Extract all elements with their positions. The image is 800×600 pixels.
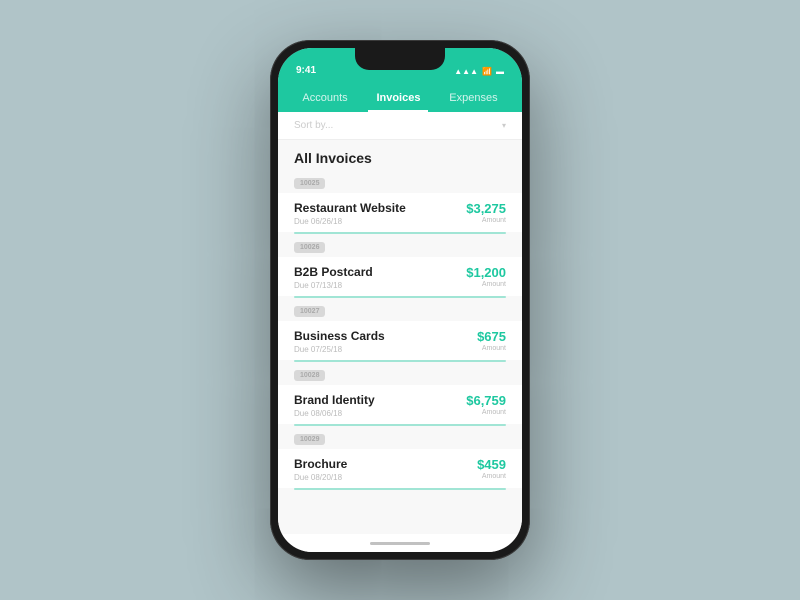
invoice-amount-label: Amount: [477, 473, 506, 480]
invoice-amount-label: Amount: [477, 345, 506, 352]
tab-expenses[interactable]: Expenses: [441, 86, 505, 112]
invoice-amount: $6,759: [466, 393, 506, 408]
sort-bar[interactable]: Sort by... ▾: [278, 112, 522, 140]
invoice-right: $6,759 Amount: [466, 393, 506, 416]
invoice-name: Brand Identity: [294, 393, 375, 407]
invoice-divider: [294, 424, 506, 426]
invoice-id-badge: 10028: [294, 370, 325, 381]
header: Accounts Invoices Expenses: [278, 80, 522, 112]
invoice-right: $675 Amount: [477, 329, 506, 352]
status-time: 9:41: [296, 65, 316, 76]
invoice-left: B2B Postcard Due 07/13/18: [294, 265, 373, 290]
invoice-id-badge: 10027: [294, 306, 325, 317]
invoice-due: Due 06/26/18: [294, 217, 406, 226]
invoice-id-badge: 10026: [294, 242, 325, 253]
home-bar: [370, 542, 430, 545]
invoice-group: 10027 Business Cards Due 07/25/18 $675 A…: [278, 300, 522, 362]
sort-arrow-icon: ▾: [502, 121, 506, 130]
invoice-amount-label: Amount: [466, 217, 506, 224]
invoice-name: Brochure: [294, 457, 347, 471]
invoice-group: 10026 B2B Postcard Due 07/13/18 $1,200 A…: [278, 236, 522, 298]
invoice-item[interactable]: Brand Identity Due 08/06/18 $6,759 Amoun…: [278, 385, 522, 424]
invoice-name: Restaurant Website: [294, 201, 406, 215]
invoice-item[interactable]: Brochure Due 08/20/18 $459 Amount: [278, 449, 522, 488]
invoice-divider: [294, 232, 506, 234]
invoice-list: All Invoices 10025 Restaurant Website Du…: [278, 140, 522, 534]
phone-screen: 9:41 ▲▲▲ 📶 ▬ Accounts Invoices Expenses …: [278, 48, 522, 552]
invoice-amount-label: Amount: [466, 281, 506, 288]
invoice-id-badge: 10029: [294, 434, 325, 445]
tab-bar: Accounts Invoices Expenses: [278, 80, 522, 112]
invoice-divider: [294, 360, 506, 362]
wifi-icon: 📶: [482, 67, 492, 76]
invoice-id-badge: 10025: [294, 178, 325, 189]
invoice-name: B2B Postcard: [294, 265, 373, 279]
invoice-right: $459 Amount: [477, 457, 506, 480]
notch: [355, 48, 445, 70]
invoice-left: Business Cards Due 07/25/18: [294, 329, 385, 354]
invoice-left: Brochure Due 08/20/18: [294, 457, 347, 482]
invoice-group: 10028 Brand Identity Due 08/06/18 $6,759…: [278, 364, 522, 426]
invoice-amount: $1,200: [466, 265, 506, 280]
invoice-right: $1,200 Amount: [466, 265, 506, 288]
tab-invoices[interactable]: Invoices: [368, 86, 428, 112]
battery-icon: ▬: [496, 67, 504, 76]
invoice-divider: [294, 296, 506, 298]
invoice-left: Brand Identity Due 08/06/18: [294, 393, 375, 418]
invoice-item[interactable]: Restaurant Website Due 06/26/18 $3,275 A…: [278, 193, 522, 232]
invoice-right: $3,275 Amount: [466, 201, 506, 224]
invoice-amount: $459: [477, 457, 506, 472]
section-title: All Invoices: [278, 140, 522, 172]
invoice-due: Due 08/06/18: [294, 409, 375, 418]
invoice-group: 10025 Restaurant Website Due 06/26/18 $3…: [278, 172, 522, 234]
invoice-amount-label: Amount: [466, 409, 506, 416]
home-indicator: [278, 534, 522, 552]
invoice-due: Due 07/25/18: [294, 345, 385, 354]
invoice-group: 10029 Brochure Due 08/20/18 $459 Amount: [278, 428, 522, 490]
invoice-left: Restaurant Website Due 06/26/18: [294, 201, 406, 226]
invoice-amount: $3,275: [466, 201, 506, 216]
tab-accounts[interactable]: Accounts: [294, 86, 355, 112]
phone-frame: 9:41 ▲▲▲ 📶 ▬ Accounts Invoices Expenses …: [270, 40, 530, 560]
invoice-name: Business Cards: [294, 329, 385, 343]
sort-label: Sort by...: [294, 120, 333, 131]
invoice-due: Due 08/20/18: [294, 473, 347, 482]
invoice-item[interactable]: B2B Postcard Due 07/13/18 $1,200 Amount: [278, 257, 522, 296]
invoice-due: Due 07/13/18: [294, 281, 373, 290]
invoice-amount: $675: [477, 329, 506, 344]
status-icons: ▲▲▲ 📶 ▬: [454, 67, 504, 76]
signal-icon: ▲▲▲: [454, 67, 478, 76]
invoice-item[interactable]: Business Cards Due 07/25/18 $675 Amount: [278, 321, 522, 360]
invoice-divider: [294, 488, 506, 490]
